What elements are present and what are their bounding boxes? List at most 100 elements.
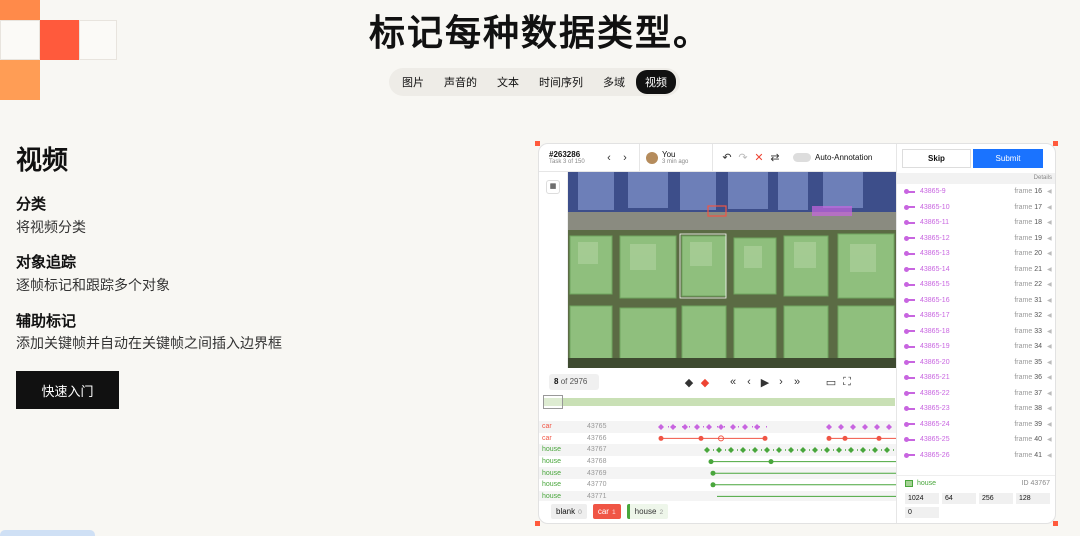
object-item[interactable]: 43865-25 frame 40 ◀ — [897, 432, 1055, 448]
tab-multi-domain[interactable]: 多域 — [594, 70, 634, 94]
quick-start-button[interactable]: 快速入门 — [16, 371, 119, 409]
object-id: 43865-10 — [920, 203, 950, 211]
object-item[interactable]: 43865-14 frame 21 ◀ — [897, 262, 1055, 278]
tab-text[interactable]: 文本 — [488, 70, 528, 94]
submit-button[interactable]: Submit — [973, 149, 1043, 168]
frame-word: frame — [1014, 436, 1033, 444]
redo-icon[interactable]: ↷ — [735, 151, 751, 164]
labeling-app: #263286 Task 3 of 150 ‹ › You 3 min ago … — [538, 143, 1056, 524]
collapse-icon[interactable]: ◀ — [1047, 266, 1052, 273]
rotation-field[interactable]: 0 — [905, 507, 939, 518]
label-palette: blank 0 car 1 house 2 — [551, 504, 669, 519]
object-frame: frame 36 — [1000, 374, 1042, 381]
video-frame[interactable] — [568, 172, 896, 368]
object-item[interactable]: 43865-20 frame 35 ◀ — [897, 355, 1055, 371]
object-item[interactable]: 43865-16 frame 31 ◀ — [897, 293, 1055, 309]
object-frame: frame 35 — [1000, 359, 1042, 366]
collapse-icon[interactable]: ◀ — [1047, 374, 1052, 381]
object-frame: frame 34 — [1000, 343, 1042, 350]
object-item[interactable]: 43865-19 frame 34 ◀ — [897, 339, 1055, 355]
collapse-icon[interactable]: ◀ — [1047, 250, 1052, 257]
frame-number: 22 — [1034, 281, 1042, 289]
collapse-icon[interactable]: ◀ — [1047, 343, 1052, 350]
tab-image[interactable]: 图片 — [393, 70, 433, 94]
collapse-icon[interactable]: ◀ — [1047, 390, 1052, 397]
fullscreen-icon[interactable]: ⛶ — [839, 376, 855, 389]
remove-keyframe-icon[interactable]: ◆ — [697, 376, 713, 389]
object-frame: frame 32 — [1000, 312, 1042, 319]
object-item[interactable]: 43865-22 frame 37 ◀ — [897, 386, 1055, 402]
undo-icon[interactable]: ↶ — [719, 151, 735, 164]
label-pill-car[interactable]: car 1 — [592, 504, 621, 519]
keyframe-icon[interactable]: ◆ — [681, 376, 697, 389]
collapse-icon[interactable]: ◀ — [1047, 219, 1052, 226]
prev-frame-icon[interactable]: ‹ — [741, 376, 757, 388]
y-field[interactable]: 64 — [942, 493, 976, 504]
prev-keyframe-icon[interactable]: « — [725, 376, 741, 388]
collapse-icon[interactable]: ◀ — [1047, 359, 1052, 366]
details-header[interactable]: Details — [897, 173, 1055, 184]
frame-word: frame — [1014, 374, 1033, 382]
object-item[interactable]: 43865-23 frame 38 ◀ — [897, 401, 1055, 417]
collapse-icon[interactable]: ◀ — [1047, 204, 1052, 211]
object-item[interactable]: 43865-21 frame 36 ◀ — [897, 370, 1055, 386]
label-pill-blank[interactable]: blank 0 — [551, 504, 587, 519]
collapse-icon[interactable]: ◀ — [1047, 328, 1052, 335]
collapse-icon[interactable]: ◀ — [1047, 452, 1052, 459]
object-frame: frame 39 — [1000, 421, 1042, 428]
object-item[interactable]: 43865-26 frame 41 ◀ — [897, 448, 1055, 464]
grid-icon[interactable]: ▦ — [546, 180, 560, 194]
user-name: You — [662, 150, 676, 159]
collapse-icon[interactable]: ◀ — [1047, 188, 1052, 195]
object-item[interactable]: 43865-13 frame 20 ◀ — [897, 246, 1055, 262]
object-item[interactable]: 43865-15 frame 22 ◀ — [897, 277, 1055, 293]
screenshot-icon[interactable]: ▭ — [823, 376, 839, 389]
collapse-icon[interactable]: ◀ — [1047, 281, 1052, 288]
auto-annotation-toggle[interactable] — [793, 153, 811, 162]
canvas-tools: ▦ — [539, 172, 568, 368]
object-item[interactable]: 43865-9 frame 16 ◀ — [897, 184, 1055, 200]
scrubber-handle[interactable] — [543, 395, 563, 409]
object-item[interactable]: 43865-18 frame 33 ◀ — [897, 324, 1055, 340]
object-frame: frame 21 — [1000, 266, 1042, 273]
next-task-icon[interactable]: › — [617, 152, 633, 164]
collapse-icon[interactable]: ◀ — [1047, 297, 1052, 304]
frame-word: frame — [1014, 234, 1033, 242]
collapse-icon[interactable]: ◀ — [1047, 235, 1052, 242]
timeline-scrubber[interactable] — [543, 398, 895, 406]
object-item[interactable]: 43865-11 frame 18 ◀ — [897, 215, 1055, 231]
skip-button[interactable]: Skip — [902, 149, 971, 168]
frame-number: 34 — [1034, 343, 1042, 351]
tab-time-series[interactable]: 时间序列 — [530, 70, 592, 94]
collapse-icon[interactable]: ◀ — [1047, 312, 1052, 319]
prev-task-icon[interactable]: ‹ — [601, 152, 617, 164]
height-field[interactable]: 128 — [1016, 493, 1050, 504]
object-item[interactable]: 43865-17 frame 32 ◀ — [897, 308, 1055, 324]
tab-video[interactable]: 视频 — [636, 70, 676, 94]
object-item[interactable]: 43865-12 frame 19 ◀ — [897, 231, 1055, 247]
collapse-icon[interactable]: ◀ — [1047, 436, 1052, 443]
next-frame-icon[interactable]: › — [773, 376, 789, 388]
label-pill-house[interactable]: house 2 — [626, 504, 669, 519]
width-field[interactable]: 256 — [979, 493, 1013, 504]
object-item[interactable]: 43865-10 frame 17 ◀ — [897, 200, 1055, 216]
next-keyframe-icon[interactable]: » — [789, 376, 805, 388]
frame-word: frame — [1014, 420, 1033, 428]
play-icon[interactable]: ▶ — [757, 376, 773, 389]
user-info: You 3 min ago — [646, 150, 706, 165]
frame-word: frame — [1014, 358, 1033, 366]
object-id: 43865-20 — [920, 358, 950, 366]
object-id: 43865-22 — [920, 389, 950, 397]
object-item[interactable]: 43865-24 frame 39 ◀ — [897, 417, 1055, 433]
collapse-icon[interactable]: ◀ — [1047, 421, 1052, 428]
track-dot-icon — [904, 437, 915, 443]
frame-counter[interactable]: 8 of 2976 — [549, 374, 599, 390]
x-field[interactable]: 1024 — [905, 493, 939, 504]
user-time: 3 min ago — [662, 159, 689, 165]
tab-audio[interactable]: 声音的 — [435, 70, 486, 94]
delete-icon[interactable]: ✕ — [751, 151, 767, 164]
collapse-icon[interactable]: ◀ — [1047, 405, 1052, 412]
feature-heading: 辅助标记 — [16, 313, 77, 330]
swap-icon[interactable]: ⇄ — [767, 151, 783, 164]
frame-number: 32 — [1034, 312, 1042, 320]
